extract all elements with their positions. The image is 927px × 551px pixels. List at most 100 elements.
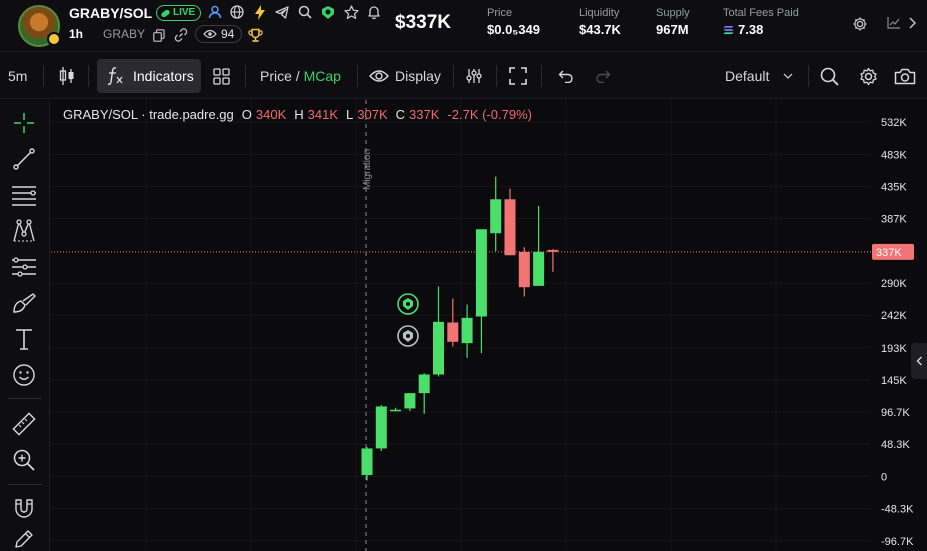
pill-icon xyxy=(160,8,171,18)
pattern-icon[interactable] xyxy=(9,216,39,246)
lightning-icon[interactable] xyxy=(252,4,268,20)
layout-select[interactable]: Default xyxy=(725,53,793,99)
trendline-icon[interactable] xyxy=(9,144,39,174)
chart-area[interactable]: Migration xyxy=(51,100,871,551)
price-tick-label: -48.3K xyxy=(881,504,914,516)
views-badge: 94 xyxy=(195,25,243,43)
price-tick-label: 193K xyxy=(881,343,907,355)
candle-body xyxy=(518,251,530,288)
legend-low-key: L xyxy=(346,107,354,122)
candle-up xyxy=(433,286,444,377)
fx-icon xyxy=(105,66,125,86)
price-tick-label: -96.7K xyxy=(881,536,914,548)
candle-down xyxy=(518,247,530,297)
indicators-button[interactable]: Indicators xyxy=(97,59,201,93)
eye-icon xyxy=(369,69,389,83)
measure-lines-icon[interactable] xyxy=(9,252,39,282)
price-tick-label: 290K xyxy=(881,278,907,290)
price-axis[interactable]: 532K 483K 435K 387K 290K 242K 193K 145K 96.7K 48.… xyxy=(871,100,927,551)
globe-icon[interactable] xyxy=(229,4,245,20)
toolbar-divider xyxy=(453,65,454,87)
toggle-separator: / xyxy=(291,68,304,84)
redo-icon[interactable] xyxy=(595,53,611,99)
text-icon[interactable] xyxy=(9,324,39,354)
telegram-icon[interactable] xyxy=(274,4,290,20)
brush-icon[interactable] xyxy=(9,288,39,318)
undo-icon[interactable] xyxy=(558,53,574,99)
copy-icon[interactable] xyxy=(151,27,167,43)
candle-body xyxy=(475,229,487,317)
candles-icon[interactable] xyxy=(58,53,76,99)
legend-high-key: H xyxy=(294,107,304,122)
candle-body xyxy=(490,199,502,234)
stat-label: Supply xyxy=(656,7,690,19)
badge-icon[interactable] xyxy=(320,4,336,20)
display-label: Display xyxy=(395,68,441,84)
candle-down xyxy=(447,298,459,347)
candle-body xyxy=(547,249,559,252)
display-button[interactable]: Display xyxy=(369,53,441,99)
ohlc-legend: GRABY/SOL · trade.padre.gg O 340K H 341K L… xyxy=(63,107,536,122)
candle-up xyxy=(461,304,473,358)
legend-low-value: 307K xyxy=(357,107,388,122)
crosshair-icon[interactable] xyxy=(9,108,39,138)
chevron-right-icon[interactable] xyxy=(908,16,920,32)
stat-value: $43.7K xyxy=(579,22,621,37)
chart-icon[interactable] xyxy=(887,16,903,32)
header-bar: GRABY/SOL LIVE 1h GRABY 94 $337K Price $… xyxy=(0,0,927,52)
rail-divider xyxy=(8,398,42,399)
toolbar-divider xyxy=(245,65,246,87)
stat-supply: Supply 967M xyxy=(656,7,690,37)
candle-down xyxy=(504,188,516,256)
legend-close-key: C xyxy=(395,107,406,122)
stat-price: Price $0.0₅349 xyxy=(487,7,540,37)
price-tick-label: 483K xyxy=(881,150,907,162)
emoji-icon[interactable] xyxy=(9,360,39,390)
price-label[interactable]: Price xyxy=(260,68,292,84)
side-panel-toggle[interactable] xyxy=(911,343,927,379)
stat-value: $0.0₅349 xyxy=(487,22,540,37)
camera-icon[interactable] xyxy=(894,53,916,99)
candle-body xyxy=(404,393,416,409)
pencil-icon[interactable] xyxy=(9,528,39,550)
candle-up xyxy=(418,373,430,414)
stat-value: 967M xyxy=(656,22,689,37)
price-tick-label: 96.7K xyxy=(881,407,910,419)
search-icon[interactable] xyxy=(297,4,313,20)
price-tick-label: 387K xyxy=(881,214,907,226)
legend-open-key: O xyxy=(241,107,252,122)
gear-icon[interactable] xyxy=(851,16,869,34)
candle-up xyxy=(475,229,487,354)
price-chart[interactable]: Migration xyxy=(51,100,871,551)
trophy-icon[interactable] xyxy=(247,27,263,43)
candle-body xyxy=(361,448,373,476)
fullscreen-icon[interactable] xyxy=(509,53,527,99)
chevron-left-icon xyxy=(916,356,922,366)
views-count: 94 xyxy=(221,27,235,41)
zoom-in-icon[interactable] xyxy=(9,445,39,475)
link-icon[interactable] xyxy=(173,27,189,43)
toolbar-divider xyxy=(496,65,497,87)
magnet-icon[interactable] xyxy=(9,494,39,524)
compare-icon[interactable] xyxy=(465,53,483,99)
legend-change: -2.7K (-0.79%) xyxy=(447,107,532,122)
candle-body xyxy=(461,317,473,344)
candle-up xyxy=(390,407,402,412)
grid-icon[interactable] xyxy=(213,53,230,99)
bell-icon[interactable] xyxy=(366,4,382,20)
stat-total-fees: Total Fees Paid 7.38 xyxy=(723,7,799,37)
candle-up xyxy=(404,393,416,412)
search-icon[interactable] xyxy=(820,53,839,99)
stat-liquidity: Liquidity $43.7K xyxy=(579,7,621,37)
price-mcap-toggle[interactable]: Price / MCap xyxy=(260,53,341,99)
stat-value: 7.38 xyxy=(723,22,799,37)
gear-icon[interactable] xyxy=(859,53,878,99)
star-icon[interactable] xyxy=(343,4,359,20)
toolbar-divider xyxy=(88,65,89,87)
interval-button[interactable]: 5m xyxy=(8,53,27,99)
ruler-icon[interactable] xyxy=(9,409,39,439)
person-icon[interactable] xyxy=(207,4,223,20)
candle-up xyxy=(361,447,373,481)
horizontal-lines-icon[interactable] xyxy=(9,180,39,210)
mcap-label[interactable]: MCap xyxy=(304,68,341,84)
